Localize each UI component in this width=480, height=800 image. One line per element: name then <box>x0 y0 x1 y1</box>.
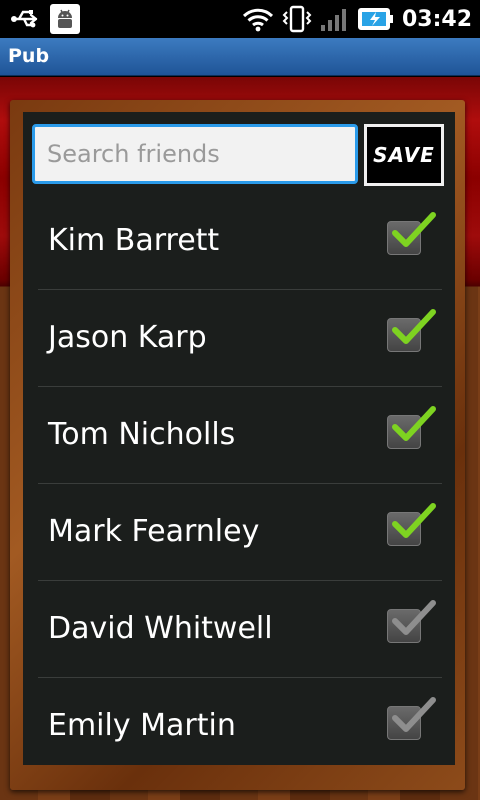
list-item[interactable]: Mark Fearnley <box>38 484 442 581</box>
search-input[interactable] <box>32 124 358 184</box>
battery-charging-icon <box>357 8 393 30</box>
title-bar: Pub <box>0 38 480 76</box>
list-item[interactable]: Tom Nicholls <box>38 387 442 484</box>
status-bar: 03:42 <box>0 0 480 38</box>
list-item[interactable]: Emily Martin <box>38 678 442 775</box>
friend-name: Emily Martin <box>48 708 236 743</box>
android-debug-icon <box>50 4 80 34</box>
signal-icon <box>320 9 346 31</box>
friend-name: Tom Nicholls <box>48 417 236 452</box>
friend-name: David Whitwell <box>48 611 273 646</box>
check-icon <box>392 697 436 732</box>
clock: 03:42 <box>401 6 472 32</box>
friend-name: Jason Karp <box>48 320 207 355</box>
friend-list: Kim Barrett Jason Karp Tom Nicholls Mark… <box>38 193 442 775</box>
check-icon <box>392 503 436 538</box>
check-icon <box>392 600 436 635</box>
system-icons: 03:42 <box>242 4 472 34</box>
save-button[interactable]: SAVE <box>364 124 444 186</box>
friend-name: Kim Barrett <box>48 223 220 258</box>
list-item[interactable]: David Whitwell <box>38 581 442 678</box>
list-item[interactable]: Kim Barrett <box>38 193 442 290</box>
check-icon <box>392 406 436 441</box>
app-title: Pub <box>8 45 50 67</box>
check-icon <box>392 212 436 247</box>
save-button-label: SAVE <box>373 143 435 167</box>
vibrate-icon <box>282 5 312 33</box>
notification-icons <box>10 4 80 34</box>
usb-icon <box>11 10 38 28</box>
list-item[interactable]: Jason Karp <box>38 290 442 387</box>
wifi-icon <box>242 8 274 32</box>
check-icon <box>392 309 436 344</box>
friend-name: Mark Fearnley <box>48 514 260 549</box>
